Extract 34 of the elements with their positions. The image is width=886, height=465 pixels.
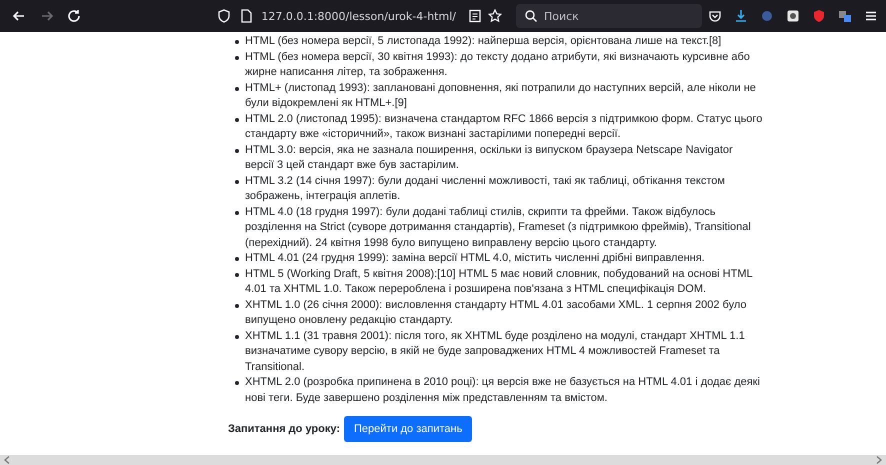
download-icon[interactable] [734,9,748,23]
version-item: HTML (без номера версії, 30 квітня 1993): до тексту додано атрибути, які визначають курсивне або жирне написання літер, та зображення. [233,50,763,80]
shield-icon [217,9,232,23]
url-text: 127.0.0.1:8000/lesson/urok-4-html/ [261,10,456,22]
horizontal-scrollbar[interactable] [0,455,886,465]
search-bar[interactable]: Поиск [516,4,702,28]
go-to-questions-button[interactable]: Перейти до запитань [344,416,472,442]
version-item: XHTML 2.0 (розробка припинена в 2010 році): ця версія вже не базується на HTML 4.01 і додає деякі нові теги. Буде завершено розділення між представленням та вмістом. [233,375,763,406]
version-item: HTML 3.2 (14 січня 1997): були додані численні можливості, такі як таблиці, обтікання текстом зображень, інтеграція аплетів. [233,174,763,204]
search-field[interactable]: Поиск [544,10,694,22]
version-item: HTML 5 (Working Draft, 5 квітня 2008):[10] HTML 5 має новий словник, побудований на основі HTML 4.01 та XHTML 1.0. Також перероблена і розширена пов'язана з HTML специфікація DOM. [233,266,763,298]
star-icon[interactable] [488,9,502,23]
version-item: HTML 4.01 (24 грудня 1999): заміна версії HTML 4.0, містить численні дрібні виправлення. [233,251,763,266]
reader-icon[interactable] [468,9,482,23]
search-icon [524,9,538,23]
address-bar[interactable]: 127.0.0.1:8000/lesson/urok-4-html/ [211,4,462,28]
extension-icon[interactable] [786,9,800,23]
version-item: HTML (без номера версії, 5 листопада 1992): найперша версія, орієнтована лише на текст.[8] [233,34,763,50]
version-item: HTML+ (листопад 1993): заплановані доповнення, які потрапили до наступних версій, але ніколи не були відокремлені як HTML+.[9] [233,80,763,112]
scroll-right-icon[interactable] [876,456,882,464]
pocket-icon[interactable] [708,9,722,23]
version-item: HTML 3.0: версія, яка не зазнала поширення, оскільки із випуском браузера Netscape Navigator версії 3 цей стандарт вже був застарілим. [233,142,763,174]
version-item: HTML 4.0 (18 грудня 1997): були додані таблиці стилів, скрипти та фрейми. Також відбулось розділення на Strict (суворе дотримання стандартів), Frameset (з підтримкою фреймів), Transitional (перехідний). 24 квітня 1998 було випущено виправлену версію цього стандарту. [233,204,763,251]
menu-icon[interactable] [864,9,878,23]
version-item: XHTML 1.1 (31 травня 2001): після того, як XHTML буде розділено на модулі, стандарт XHTML 1.1 визначатиме сувору версію, в якій не буде запроваджених HTML 4 можливостей Frameset та Transitional. [233,328,763,375]
page-icon [239,9,254,23]
questions-label: Запитання до уроку: [228,423,340,435]
shield-extension-icon[interactable] [812,9,826,23]
version-item: HTML 2.0 (листопад 1995): визначена стандартом RFC 1866 версія з підтримкою форм. Статус цього стандарту вже «історичний», також визнані застарілими попередні версії. [233,112,763,142]
version-item: XHTML 1.0 (26 січня 2000): висловлення стандарту HTML 4.01 засобами XML. 1 серпня 2002 було випущено оновлену редакцію стандарту. [233,298,763,328]
circle-icon[interactable] [760,9,774,23]
reload-arrow-icon [66,8,82,24]
scroll-left-icon[interactable] [4,456,10,464]
tabs-icon[interactable] [838,9,852,23]
